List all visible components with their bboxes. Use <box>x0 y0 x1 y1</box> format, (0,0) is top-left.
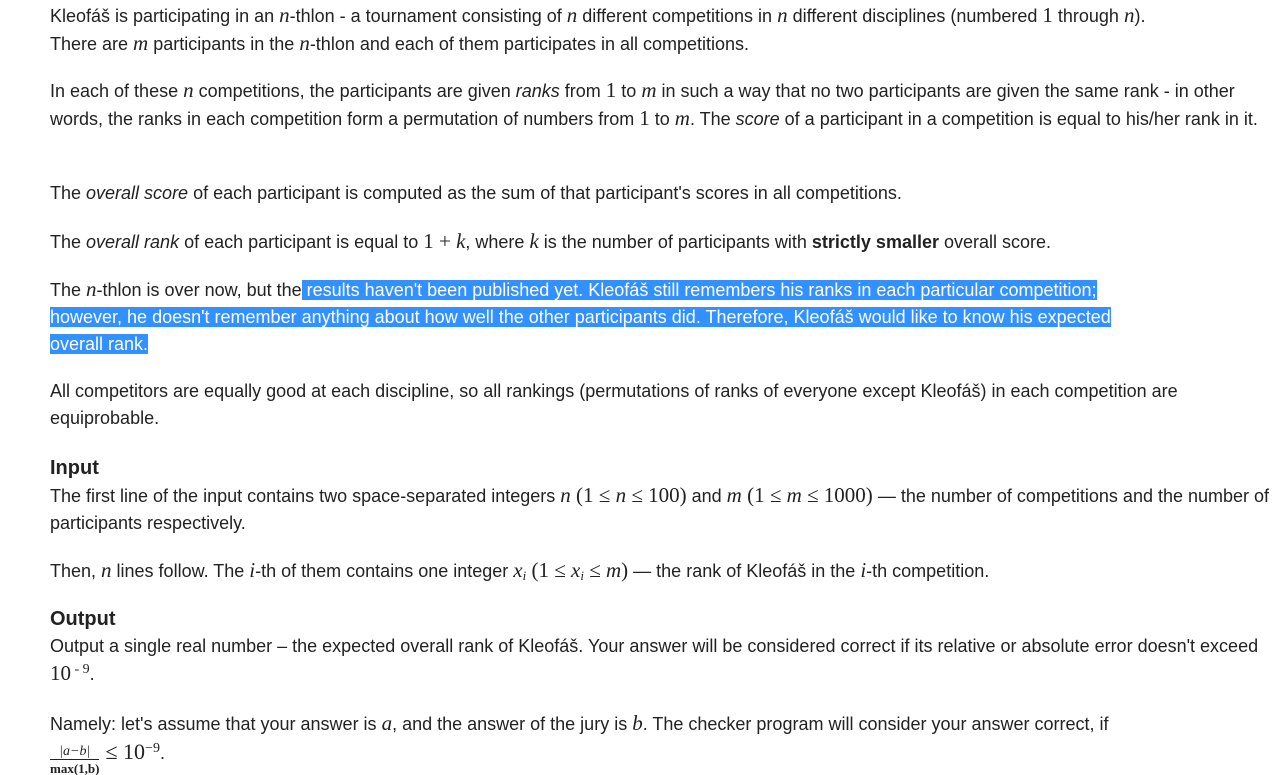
fraction-numerator: |a−b| <box>50 744 100 760</box>
text: ). <box>1134 6 1146 26</box>
math-exponent: −9 <box>145 741 160 756</box>
math-var: n <box>1123 3 1135 27</box>
math-expr: ≤ <box>583 558 606 582</box>
text: different disciplines (numbered <box>787 6 1043 26</box>
paragraph-checker: Namely: let's assume that your answer is… <box>50 710 1109 775</box>
paragraph-overall-rank: The overall rank of each participant is … <box>50 228 1051 256</box>
text: through <box>1052 6 1124 26</box>
text: . <box>89 664 95 684</box>
text: of each participant is computed as the s… <box>188 183 902 203</box>
emphasis: overall score <box>86 183 189 203</box>
text: participants in the <box>148 34 300 54</box>
text: — the rank of Kleofáš in the <box>628 561 861 581</box>
math-var: n <box>183 78 194 102</box>
text: -thlon is over now, but the <box>96 280 302 300</box>
math-num: 1 <box>605 78 617 102</box>
math-num: 1 <box>639 106 650 130</box>
math-var: a <box>381 711 393 735</box>
math-var: m <box>674 106 690 130</box>
text: from <box>559 81 606 101</box>
text: The first line of the input contains two… <box>50 486 561 506</box>
text: . <box>159 743 165 763</box>
math-expr: ≤ 1000) <box>801 483 873 507</box>
math-var: n <box>777 3 788 27</box>
text: lines follow. The <box>111 561 250 581</box>
math-var: m <box>133 31 149 55</box>
math-num: 10 <box>50 661 71 685</box>
text: -th of them contains one integer <box>255 561 514 581</box>
math-var: x <box>513 558 523 582</box>
text: In each of these <box>50 81 184 101</box>
text: All competitors are equally good at each… <box>50 381 1178 428</box>
text: competitions, the participants are given <box>193 81 516 101</box>
math-var: m <box>726 483 742 507</box>
math-var: b <box>632 711 643 735</box>
math-var: n <box>566 3 578 27</box>
text: The <box>50 183 87 203</box>
text: -th competition. <box>866 561 990 581</box>
math-var: n <box>299 31 310 55</box>
math-exponent: - 9 <box>71 662 90 677</box>
math-expr: (1 ≤ <box>741 483 787 507</box>
math-var: x <box>571 558 581 582</box>
text: to <box>649 109 675 129</box>
emphasis: overall rank <box>86 232 180 252</box>
selected-text[interactable]: overall rank. <box>50 334 149 354</box>
emphasis: ranks <box>515 81 560 101</box>
text: . The checker program will consider your… <box>642 714 1109 734</box>
math-var: m <box>606 558 622 582</box>
emphasis: score <box>735 109 780 129</box>
math-var: m <box>786 483 802 507</box>
paragraph-results-selected[interactable]: The n-thlon is over now, but the results… <box>50 276 1111 358</box>
math-var: m <box>641 78 657 102</box>
text: Output a single real number – the expect… <box>50 636 1259 656</box>
math-var: n <box>101 558 112 582</box>
text: The <box>50 280 87 300</box>
selected-text[interactable]: results haven't been published yet. Kleo… <box>301 280 1097 300</box>
text: to <box>616 81 642 101</box>
text: Then, <box>50 561 102 581</box>
text: of a participant in a competition is equ… <box>779 109 1258 129</box>
text: Namely: let's assume that your answer is <box>50 714 382 734</box>
text: -thlon - a tournament consisting of <box>289 6 567 26</box>
text: , where <box>465 232 530 252</box>
math-var: n <box>279 3 290 27</box>
math-num: 1 <box>1042 3 1053 27</box>
fraction-denominator: max(1,b) <box>50 761 100 775</box>
output-heading: Output <box>50 608 116 630</box>
text: of each participant is equal to <box>179 232 424 252</box>
text: , and the answer of the jury is <box>392 714 633 734</box>
text: different competitions in <box>577 6 778 26</box>
selected-text[interactable]: however, he doesn't remember anything ab… <box>50 307 1111 327</box>
math-var: k <box>456 229 466 253</box>
text: overall score. <box>938 232 1052 252</box>
text: . The <box>689 109 736 129</box>
text: is the number of participants with <box>538 232 812 252</box>
math-var: n <box>615 483 627 507</box>
math-expr: (1 ≤ <box>570 483 616 507</box>
math-var: k <box>529 229 539 253</box>
math-expr: 1 + <box>423 229 457 253</box>
math-var: n <box>86 277 97 301</box>
text: The <box>50 232 87 252</box>
text: Kleofáš is participating in an <box>50 6 280 26</box>
paragraph-output: Output a single real number – the expect… <box>50 633 1276 688</box>
input-heading: Input <box>50 457 99 479</box>
text: and <box>686 486 727 506</box>
text: There are <box>50 34 134 54</box>
paragraph-ranks: In each of these n competitions, the par… <box>50 77 1276 133</box>
math-expr: ≤ 100) <box>626 483 687 507</box>
paragraph-equiprobable: All competitors are equally good at each… <box>50 378 1276 432</box>
paragraph-intro: Kleofáš is participating in an n-thlon -… <box>50 2 1145 58</box>
bold-text: strictly smaller <box>811 232 939 252</box>
math-var: n <box>560 483 571 507</box>
text: -thlon and each of them participates in … <box>309 34 750 54</box>
paragraph-input-first-line: The first line of the input contains two… <box>50 482 1276 537</box>
math-fraction: |a−b| max(1,b) <box>50 744 100 775</box>
paragraph-input-lines: Then, n lines follow. The i-th of them c… <box>50 557 989 585</box>
math-expr: (1 ≤ <box>526 558 572 582</box>
paragraph-overall-score: The overall score of each participant is… <box>50 180 902 207</box>
math-expr: ≤ 10 <box>105 739 146 764</box>
